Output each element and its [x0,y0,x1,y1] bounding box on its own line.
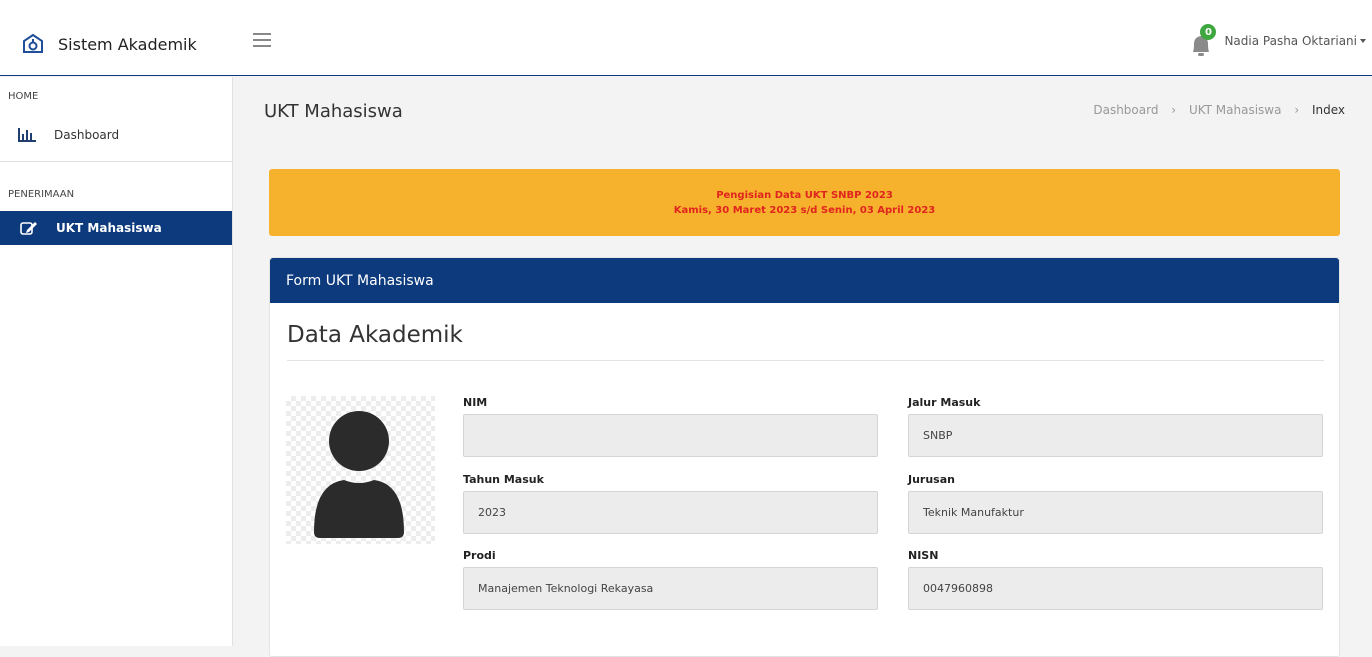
sidebar: HOME Dashboard PENERIMAAN UKT Mahasiswa [0,77,233,646]
tahun-masuk-label: Tahun Masuk [463,473,544,486]
jalur-masuk-field: Jalur Masuk SNBP [908,396,1323,457]
sidebar-divider [0,161,232,162]
breadcrumb-item-dashboard[interactable]: Dashboard [1093,103,1158,117]
nim-input[interactable] [463,414,878,457]
jurusan-label: Jurusan [908,473,955,486]
nisn-input[interactable]: 0047960898 [908,567,1323,610]
breadcrumb: Dashboard › UKT Mahasiswa › Index [1093,103,1345,117]
breadcrumb-item-index: Index [1311,103,1345,117]
breadcrumb-item-ukt-mahasiswa[interactable]: UKT Mahasiswa [1189,103,1282,117]
notification-bell[interactable]: 0 [1190,24,1217,58]
announcement-alert: Pengisian Data UKT SNBP 2023 Kamis, 30 M… [269,169,1340,236]
sidebar-section-penerimaan: PENERIMAAN [8,189,75,200]
brand[interactable]: Sistem Akademik [22,30,197,58]
tahun-masuk-input[interactable]: 2023 [463,491,878,534]
bar-chart-icon [18,128,36,142]
jurusan-field: Jurusan Teknik Manufaktur [908,473,1323,534]
alert-dates: Kamis, 30 Maret 2023 s/d Senin, 03 April… [673,205,936,216]
edit-icon [20,222,37,235]
notification-badge: 0 [1200,24,1217,40]
sidebar-item-label: UKT Mahasiswa [56,221,162,235]
nim-label: NIM [463,396,488,409]
sidebar-item-dashboard[interactable]: Dashboard [0,119,232,151]
user-menu[interactable]: 0 Nadia Pasha Oktariani [1190,24,1366,58]
prodi-input[interactable]: Manajemen Teknologi Rekayasa [463,567,878,610]
alert-title: Pengisian Data UKT SNBP 2023 [716,190,893,201]
page-title: UKT Mahasiswa [264,101,403,122]
chevron-right-icon: › [1294,103,1300,117]
menu-toggle-icon[interactable] [253,33,271,47]
nisn-label: NISN [908,549,939,562]
jalur-masuk-label: Jalur Masuk [908,396,981,409]
jalur-masuk-input[interactable]: SNBP [908,414,1323,457]
jurusan-input[interactable]: Teknik Manufaktur [908,491,1323,534]
user-silhouette-icon [314,411,404,538]
sidebar-item-label: Dashboard [54,128,120,142]
nisn-field: NISN 0047960898 [908,549,1323,610]
chevron-right-icon: › [1171,103,1177,117]
chevron-down-icon[interactable] [1360,39,1366,43]
form-card: Form UKT Mahasiswa Data Akademik NIM Jal… [269,257,1340,657]
sidebar-section-home: HOME [8,91,39,102]
tahun-masuk-field: Tahun Masuk 2023 [463,473,878,534]
section-title: Data Akademik [287,322,463,348]
avatar [286,396,435,544]
prodi-field: Prodi Manajemen Teknologi Rekayasa [463,549,878,610]
section-divider [287,360,1324,361]
card-header: Form UKT Mahasiswa [270,258,1339,303]
top-navbar: Sistem Akademik 0 Nadia Pasha Oktariani [0,0,1372,76]
app-logo-icon [23,33,43,53]
user-name[interactable]: Nadia Pasha Oktariani [1224,34,1357,48]
nim-field: NIM [463,396,878,457]
sidebar-item-ukt-mahasiswa[interactable]: UKT Mahasiswa [0,211,232,245]
app-title: Sistem Akademik [58,34,197,54]
prodi-label: Prodi [463,549,496,562]
